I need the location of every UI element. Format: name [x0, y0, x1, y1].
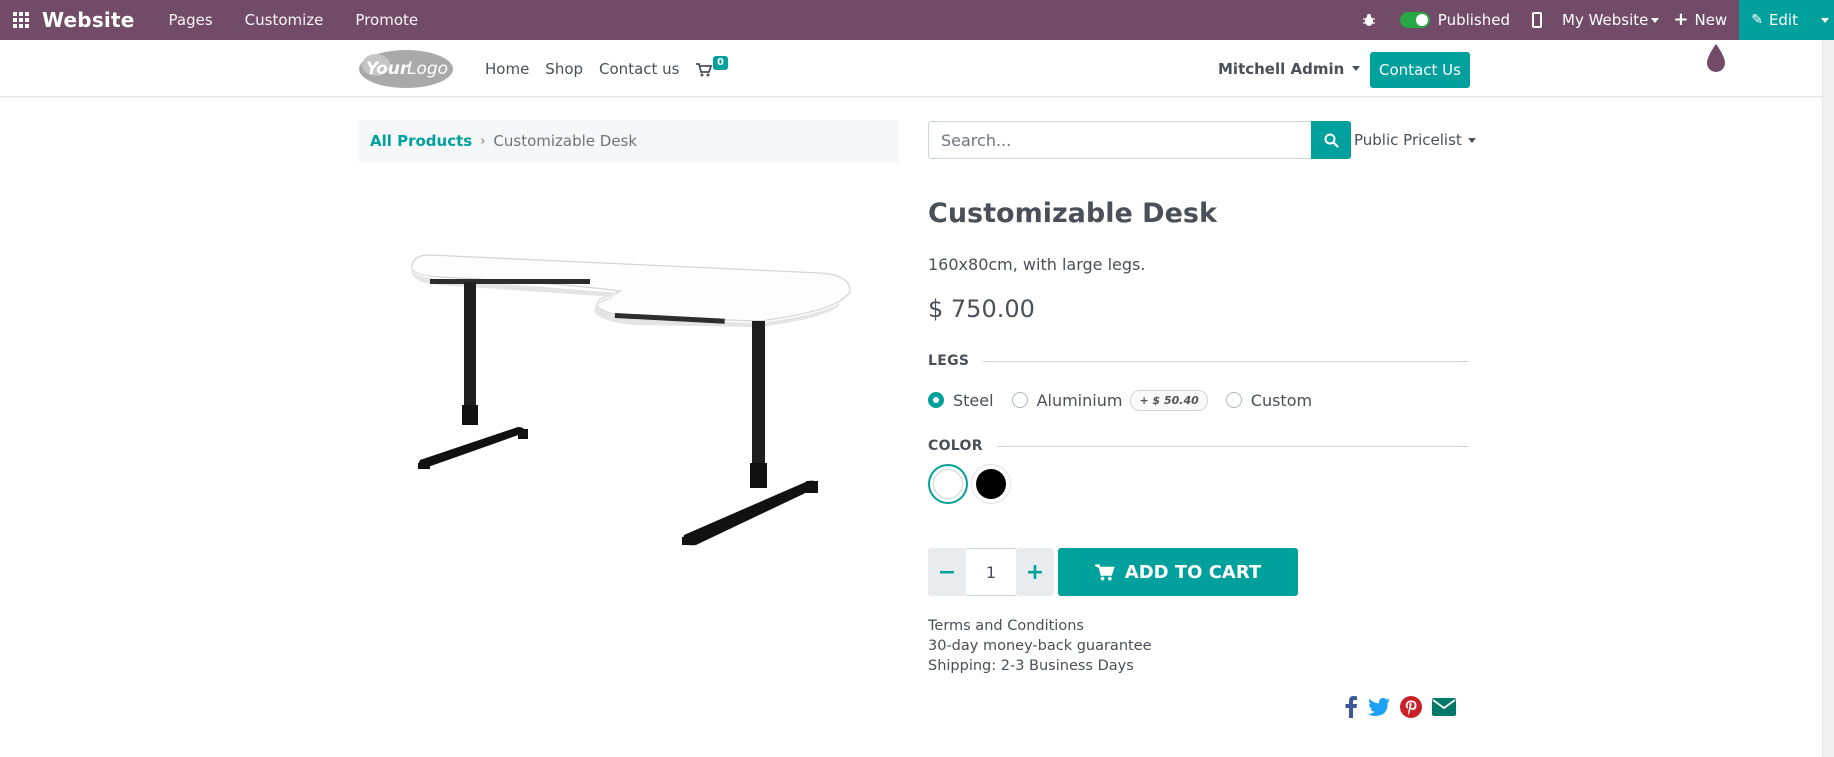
cart-icon — [1094, 563, 1115, 580]
quantity-input[interactable]: 1 — [966, 548, 1016, 596]
add-to-cart-label: ADD TO CART — [1124, 561, 1262, 583]
quantity-stepper: − 1 + — [928, 548, 1054, 596]
divider — [983, 360, 1469, 362]
menu-promote[interactable]: Promote — [339, 11, 434, 29]
email-icon[interactable] — [1432, 698, 1456, 716]
search-icon — [1324, 133, 1339, 148]
nav-contact[interactable]: Contact us — [599, 60, 679, 78]
swatch-fill — [976, 469, 1006, 499]
nav-shop[interactable]: Shop — [545, 60, 583, 78]
search-input[interactable]: Search... — [928, 121, 1312, 159]
main-nav: Home Shop Contact us — [485, 40, 695, 97]
edit-button[interactable]: ✎ Edit — [1739, 0, 1812, 40]
legs-option-steel[interactable]: Steel — [928, 391, 994, 410]
product-image[interactable] — [400, 235, 860, 555]
facebook-icon[interactable] — [1344, 696, 1358, 718]
legs-option-label: Custom — [1250, 390, 1313, 410]
breadcrumb-current: Customizable Desk — [493, 132, 638, 150]
app-brand[interactable]: Website — [42, 8, 135, 32]
chevron-down-icon — [1352, 66, 1361, 71]
legs-option-custom[interactable]: Custom — [1225, 390, 1313, 410]
legs-options: Steel Aluminium + $ 50.40 Custom — [928, 388, 1330, 412]
pricelist-dropdown[interactable]: Public Pricelist — [1354, 121, 1476, 159]
radio-steel[interactable] — [928, 392, 944, 408]
new-button[interactable]: + New — [1673, 9, 1728, 30]
chevron-down-icon — [1651, 18, 1660, 23]
divider — [996, 445, 1469, 447]
site-logo[interactable]: Your Logo — [358, 49, 454, 89]
quantity-plus-button[interactable]: + — [1016, 548, 1054, 596]
shipping-text: Shipping: 2-3 Business Days — [928, 658, 1134, 674]
website-switcher-label: My Website — [1562, 11, 1649, 29]
legs-option-aluminium[interactable]: Aluminium + $ 50.40 — [1011, 389, 1208, 411]
product-title: Customizable Desk — [928, 198, 1217, 229]
breadcrumb: All Products › Customizable Desk — [358, 120, 899, 162]
menu-pages[interactable]: Pages — [153, 11, 229, 29]
radio-aluminium[interactable] — [1011, 392, 1028, 408]
user-name: Mitchell Admin — [1218, 59, 1345, 78]
site-header: Your Logo Home Shop Contact us 0 Mitchel… — [0, 40, 1834, 97]
product-price: $ 750.00 — [928, 295, 1035, 323]
twitter-icon[interactable] — [1368, 698, 1390, 716]
legs-attribute-header: LEGS — [928, 351, 1469, 371]
publish-toggle[interactable] — [1399, 12, 1430, 28]
legs-option-label: Aluminium — [1036, 390, 1123, 410]
page-scrollbar[interactable] — [1822, 40, 1834, 757]
debug-bug-icon[interactable] — [1360, 11, 1378, 29]
published-label[interactable]: Published — [1438, 11, 1510, 29]
terms-link[interactable]: Terms and Conditions — [928, 616, 1152, 636]
legs-label: LEGS — [928, 353, 970, 369]
guarantee-text: 30-day money-back guarantee — [928, 638, 1152, 654]
cart-link[interactable]: 0 — [696, 56, 732, 82]
breadcrumb-separator: › — [480, 133, 486, 149]
chevron-down-icon — [1820, 17, 1829, 23]
mobile-preview-icon[interactable] — [1532, 12, 1542, 28]
add-to-cart-button[interactable]: ADD TO CART — [1058, 548, 1298, 596]
swatch-fill — [933, 469, 963, 499]
edit-dropdown-toggle[interactable] — [1812, 0, 1834, 40]
apps-menu-icon[interactable] — [0, 0, 42, 40]
color-label: COLOR — [928, 438, 983, 454]
pricelist-label: Public Pricelist — [1354, 131, 1462, 149]
product-description: 160x80cm, with large legs. — [928, 255, 1146, 274]
color-attribute-header: COLOR — [928, 436, 1469, 456]
price-extra-badge: + $ 50.40 — [1130, 389, 1208, 411]
menu-customize[interactable]: Customize — [229, 11, 340, 29]
legs-option-label: Steel — [953, 390, 994, 410]
svg-text:Logo: Logo — [407, 59, 448, 79]
edit-label: Edit — [1768, 11, 1798, 29]
share-links — [1344, 694, 1466, 720]
quantity-minus-button[interactable]: − — [928, 548, 966, 596]
search-button[interactable] — [1311, 121, 1351, 159]
cart-count-badge: 0 — [713, 56, 728, 70]
user-menu[interactable]: Mitchell Admin — [1218, 40, 1361, 97]
pencil-icon: ✎ — [1751, 12, 1763, 28]
svg-text:Your: Your — [366, 59, 410, 79]
product-info: Terms and Conditions 30-day money-back g… — [928, 616, 1152, 676]
new-label: New — [1694, 11, 1728, 29]
theme-drop-icon[interactable] — [1704, 42, 1728, 74]
pinterest-icon[interactable] — [1400, 696, 1422, 718]
radio-custom[interactable] — [1225, 392, 1242, 408]
contact-us-button[interactable]: Contact Us — [1370, 52, 1470, 88]
admin-bar: Website Pages Customize Promote Publishe… — [0, 0, 1834, 40]
color-swatch-black[interactable] — [971, 464, 1011, 504]
color-swatch-white[interactable] — [928, 464, 968, 504]
cart-icon — [696, 63, 712, 77]
plus-icon: + — [1673, 9, 1689, 30]
search-placeholder: Search... — [941, 130, 1012, 150]
website-switcher[interactable]: My Website — [1562, 11, 1660, 29]
breadcrumb-all-products[interactable]: All Products — [370, 132, 472, 150]
nav-home[interactable]: Home — [485, 60, 529, 78]
chevron-down-icon — [1467, 137, 1476, 143]
